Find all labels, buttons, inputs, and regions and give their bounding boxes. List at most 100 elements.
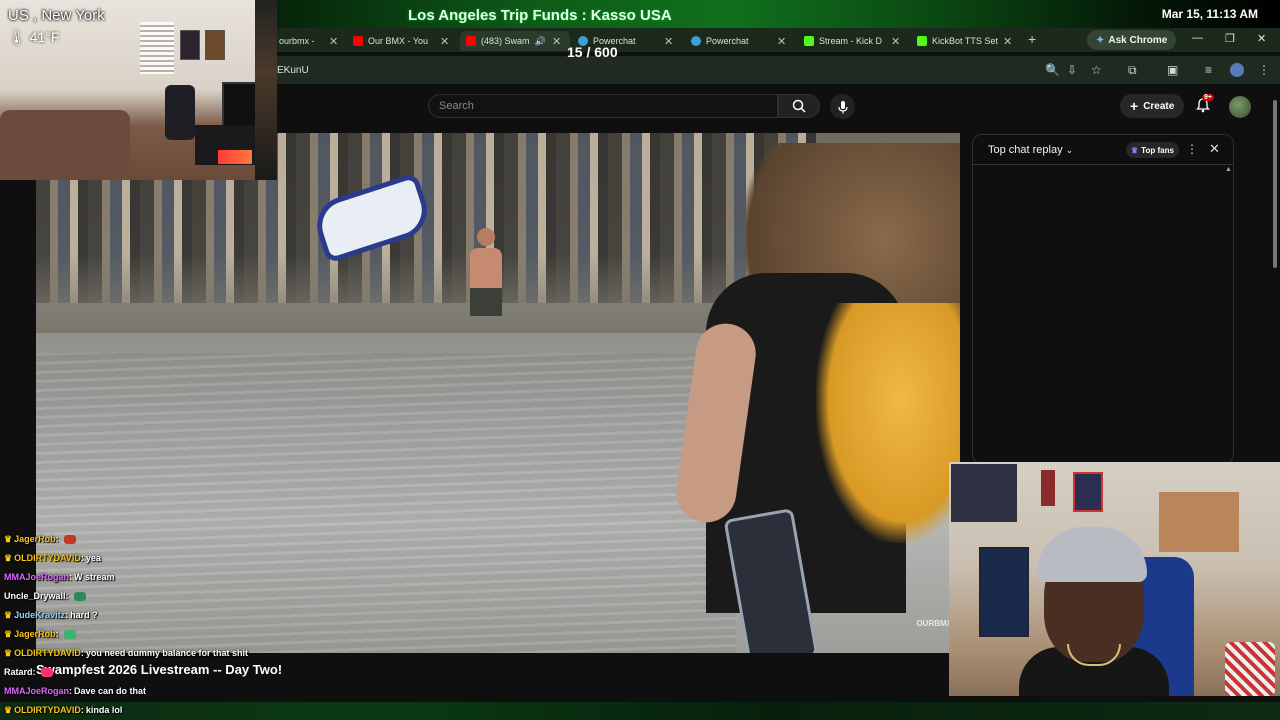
- ask-chrome-button[interactable]: ✦ Ask Chrome: [1087, 30, 1177, 50]
- tab-ourbmx[interactable]: ourbmx - ✕: [279, 31, 338, 51]
- chat-username[interactable]: Uncle_Drywall: [4, 591, 66, 601]
- crown-badge-icon: ♛: [4, 629, 13, 639]
- chat-username[interactable]: OLDIRTYDAVID: [14, 553, 81, 563]
- weather-temperature: 🌡 41°F: [8, 29, 60, 45]
- kick-icon: [804, 36, 814, 46]
- kebab-menu-icon[interactable]: ⋮: [1258, 63, 1270, 77]
- tab-our-bmx-youtube[interactable]: Our BMX - You ✕: [353, 31, 449, 51]
- tab-label: Powerchat: [706, 36, 749, 46]
- close-tab-icon[interactable]: ✕: [664, 35, 673, 48]
- crown-badge-icon: ♛: [4, 648, 13, 658]
- chat-message: ♛ OLDIRTYDAVID: kinda lol: [4, 705, 123, 715]
- tab-kickbot-tts[interactable]: KickBot TTS Set ✕: [917, 31, 1012, 51]
- close-tab-icon[interactable]: ✕: [777, 35, 786, 48]
- search-icon: [792, 99, 806, 113]
- chat-message: Ratard:: [4, 667, 324, 686]
- chat-close-icon[interactable]: ✕: [1209, 141, 1220, 157]
- account-avatar[interactable]: [1229, 96, 1251, 118]
- person-wading: [466, 228, 506, 318]
- close-window-button[interactable]: ✕: [1257, 32, 1266, 45]
- chat-username[interactable]: JudeKravitz: [14, 610, 65, 620]
- streamer-webcam: [949, 462, 1280, 696]
- chat-header: Top chat replay ⌄ ♛ Top fans ⋮ ✕: [973, 135, 1233, 165]
- ask-chrome-label: Ask Chrome: [1108, 34, 1168, 46]
- tab-label: Our BMX - You: [368, 36, 429, 46]
- minimize-button[interactable]: —: [1192, 32, 1203, 44]
- sparkle-icon: ✦: [1096, 34, 1105, 46]
- youtube-header: Search + Create 9+: [277, 88, 1280, 128]
- chat-username[interactable]: JagerRob: [14, 534, 56, 544]
- close-tab-icon[interactable]: ✕: [891, 35, 900, 48]
- top-fans-button[interactable]: ♛ Top fans: [1126, 142, 1179, 158]
- voice-search-button[interactable]: [830, 94, 855, 119]
- kick-icon: [917, 36, 927, 46]
- install-icon[interactable]: ⇩: [1067, 63, 1077, 77]
- speaker-icon[interactable]: 🔊: [535, 36, 546, 47]
- screen: Los Angeles Trip Funds : Kasso USA Mar 1…: [0, 0, 1280, 720]
- close-tab-icon[interactable]: ✕: [440, 35, 449, 48]
- restore-button[interactable]: ❐: [1225, 32, 1235, 45]
- page-scrollbar[interactable]: [1273, 100, 1277, 268]
- chat-message: ♛ OLDIRTYDAVID: yea: [4, 553, 101, 563]
- create-button[interactable]: + Create: [1120, 94, 1185, 118]
- crown-badge-icon: ♛: [4, 534, 13, 544]
- clock: Mar 15, 11:13 AM: [1161, 7, 1258, 21]
- chat-message: ♛ JagerRob:: [4, 629, 324, 648]
- chat-message: ♛ JagerRob:: [4, 534, 324, 553]
- powerchat-icon: [691, 36, 701, 46]
- video-watermark: OURBMX: [916, 619, 952, 628]
- extensions-icon[interactable]: ⧉: [1128, 63, 1137, 78]
- tab-label: Stream - Kick D: [819, 36, 883, 46]
- close-tab-icon[interactable]: ✕: [329, 35, 338, 48]
- close-tab-icon[interactable]: ✕: [1003, 35, 1012, 48]
- chat-more-icon[interactable]: ⋮: [1186, 142, 1198, 156]
- chat-text: yea: [85, 553, 101, 563]
- chat-mode-label: Top chat replay: [988, 144, 1063, 156]
- foreground-person: [672, 143, 960, 653]
- tab-swampfest-active[interactable]: (483) Swam 🔊 ✕: [460, 31, 570, 51]
- crown-icon: ♛: [1131, 145, 1139, 155]
- crown-badge-icon: ♛: [4, 705, 13, 715]
- chat-username[interactable]: MMAJoeRogan: [4, 686, 69, 696]
- side-panel-icon[interactable]: ▣: [1167, 63, 1178, 77]
- url-text[interactable]: EKunU: [277, 65, 309, 76]
- chat-text: you need dummy balance for that shit: [85, 648, 248, 658]
- chat-username[interactable]: OLDIRTYDAVID: [14, 648, 81, 658]
- close-tab-icon[interactable]: ✕: [552, 35, 561, 48]
- plus-icon: +: [1130, 98, 1139, 114]
- new-tab-button[interactable]: +: [1028, 31, 1036, 47]
- chat-username[interactable]: Ratard: [4, 667, 33, 677]
- tab-powerchat-2[interactable]: Powerchat ✕: [691, 31, 786, 51]
- chat-text: Dave can do that: [74, 686, 147, 696]
- chevron-down-icon: ⌄: [1065, 145, 1074, 155]
- create-label: Create: [1143, 100, 1175, 112]
- thermometer-icon: 🌡: [8, 29, 26, 45]
- browser-tabstrip: ourbmx - ✕ Our BMX - You ✕ (483) Swam 🔊 …: [277, 28, 1280, 52]
- emote-icon: [63, 630, 76, 640]
- search-input[interactable]: Search: [428, 94, 778, 118]
- chat-username[interactable]: MMAJoeRogan: [4, 572, 69, 582]
- address-bar[interactable]: EKunU 🔍 ⇩ ☆ ⧉ ▣ ≡ ⋮: [255, 56, 1280, 84]
- tab-label: KickBot TTS Set: [932, 36, 998, 46]
- chat-username[interactable]: JagerRob: [14, 629, 56, 639]
- tab-label: ourbmx -: [279, 36, 315, 46]
- media-controls-icon[interactable]: ≡: [1205, 63, 1212, 77]
- microphone-icon: [837, 100, 848, 113]
- notification-badge: 9+: [1202, 94, 1214, 101]
- chat-username[interactable]: OLDIRTYDAVID: [14, 705, 81, 715]
- tab-label: (483) Swam: [481, 36, 530, 46]
- tab-kick-stream[interactable]: Stream - Kick D ✕: [804, 31, 900, 51]
- top-fans-label: Top fans: [1141, 145, 1174, 155]
- live-chat-panel: Top chat replay ⌄ ♛ Top fans ⋮ ✕: [972, 134, 1234, 464]
- search-button[interactable]: [778, 94, 820, 118]
- chat-mode-dropdown[interactable]: Top chat replay ⌄: [988, 144, 1073, 156]
- zoom-icon[interactable]: 🔍: [1045, 63, 1060, 77]
- youtube-icon: [353, 36, 363, 46]
- weather-location: US , New York: [8, 7, 105, 24]
- bookmark-star-icon[interactable]: ☆: [1091, 63, 1102, 77]
- scroll-up-icon[interactable]: ▲: [1225, 166, 1232, 173]
- chat-text: hard ?: [70, 610, 98, 620]
- goal-count: 15 / 600: [567, 44, 618, 60]
- emote-icon: [40, 668, 53, 678]
- profile-avatar[interactable]: [1230, 63, 1244, 77]
